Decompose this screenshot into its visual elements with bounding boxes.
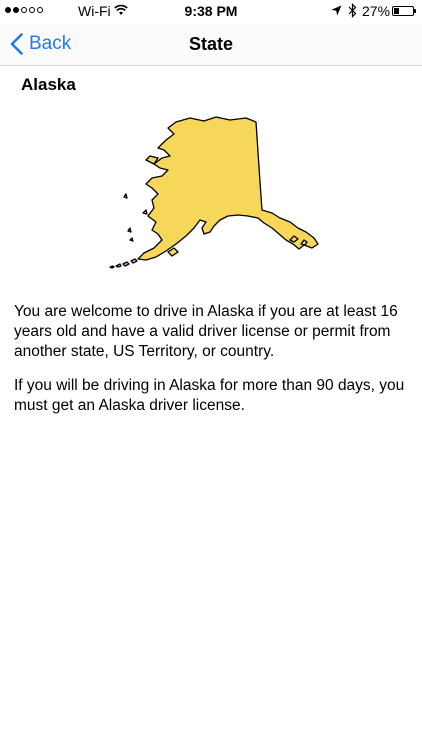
state-name-heading: Alaska [21, 75, 76, 94]
bluetooth-icon [348, 3, 357, 18]
screen: Wi-Fi 9:38 PM 27% Back State Alaska You … [0, 0, 422, 750]
battery-tip [414, 9, 416, 13]
location-arrow-icon [331, 5, 342, 16]
battery-icon [392, 6, 414, 16]
clock: 9:38 PM [184, 3, 238, 19]
description-paragraph: If you will be driving in Alaska for mor… [14, 377, 405, 414]
description: You are welcome to drive in Alaska if yo… [14, 302, 414, 430]
battery-fill [394, 8, 399, 14]
battery-percent: 27% [362, 3, 391, 19]
page-title: State [188, 34, 233, 54]
alaska-map-image [109, 116, 319, 269]
status-bar: Wi-Fi 9:38 PM 27% [0, 0, 422, 24]
navigation-bar: Back State [0, 24, 422, 66]
description-paragraph: You are welcome to drive in Alaska if yo… [14, 303, 398, 360]
